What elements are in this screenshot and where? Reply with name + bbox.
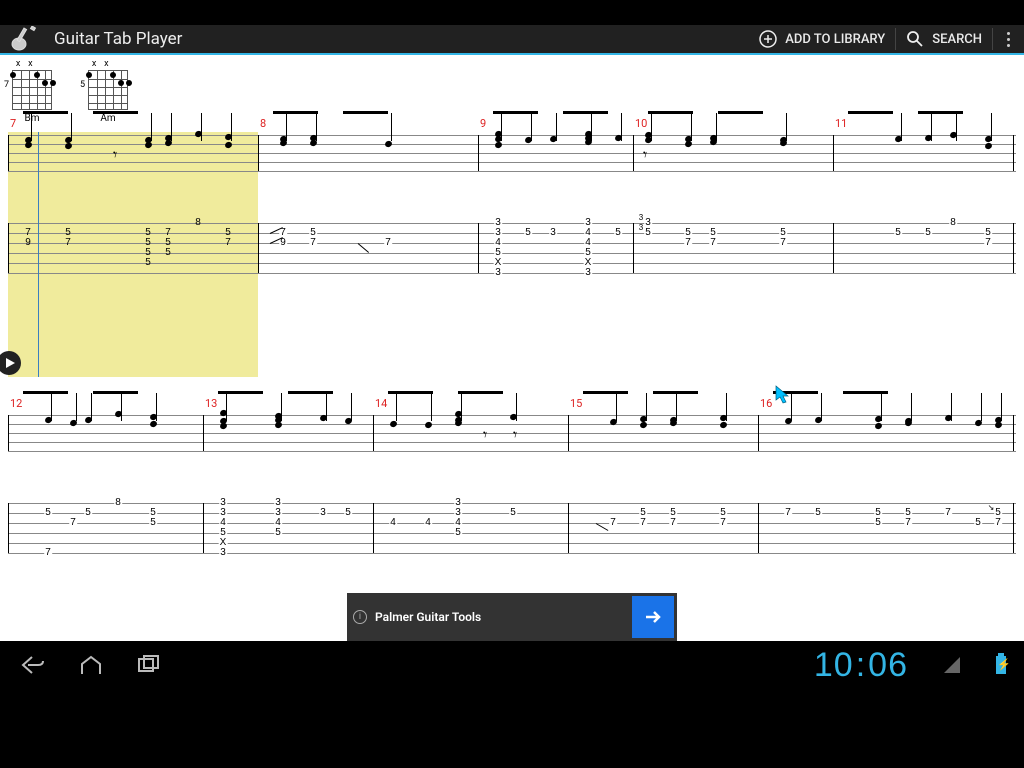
ad-arrow-button[interactable]: [632, 596, 674, 638]
app-logo: [6, 24, 44, 54]
battery-icon: ⚡: [996, 656, 1006, 674]
back-button[interactable]: [18, 650, 48, 680]
system-1: 7891011𝄾𝄾79578555575557795773345X3533445…: [8, 135, 1016, 385]
info-icon: i: [353, 610, 367, 624]
app-title: Guitar Tab Player: [54, 29, 182, 49]
clock-minutes: 06: [868, 646, 908, 685]
search-icon: [906, 30, 924, 48]
signal-icon: [944, 657, 960, 673]
navigation-bar: 10:06 ⚡: [0, 641, 1024, 689]
mouse-cursor: [775, 385, 791, 409]
sheet-content[interactable]: xx7Bmxx5Am 7891011𝄾𝄾79578555575557795773…: [0, 55, 1024, 641]
ad-title: Palmer Guitar Tools: [375, 610, 632, 624]
add-to-library-button[interactable]: ADD TO LIBRARY: [749, 24, 895, 54]
plus-circle-icon: [759, 30, 777, 48]
overflow-menu-button[interactable]: [993, 32, 1024, 47]
recents-button[interactable]: [134, 650, 164, 680]
search-label: SEARCH: [932, 32, 982, 47]
chord-diagrams: xx7Bmxx5Am: [8, 59, 132, 124]
home-button[interactable]: [76, 650, 106, 680]
ad-banner[interactable]: i Palmer Guitar Tools: [347, 593, 677, 641]
action-bar: Guitar Tab Player ADD TO LIBRARY SEARCH: [0, 25, 1024, 55]
clock: 10:06: [814, 646, 908, 685]
add-label: ADD TO LIBRARY: [785, 32, 885, 47]
clock-hours: 10: [814, 646, 854, 685]
status-bar: [0, 0, 1024, 25]
search-button[interactable]: SEARCH: [896, 24, 992, 54]
